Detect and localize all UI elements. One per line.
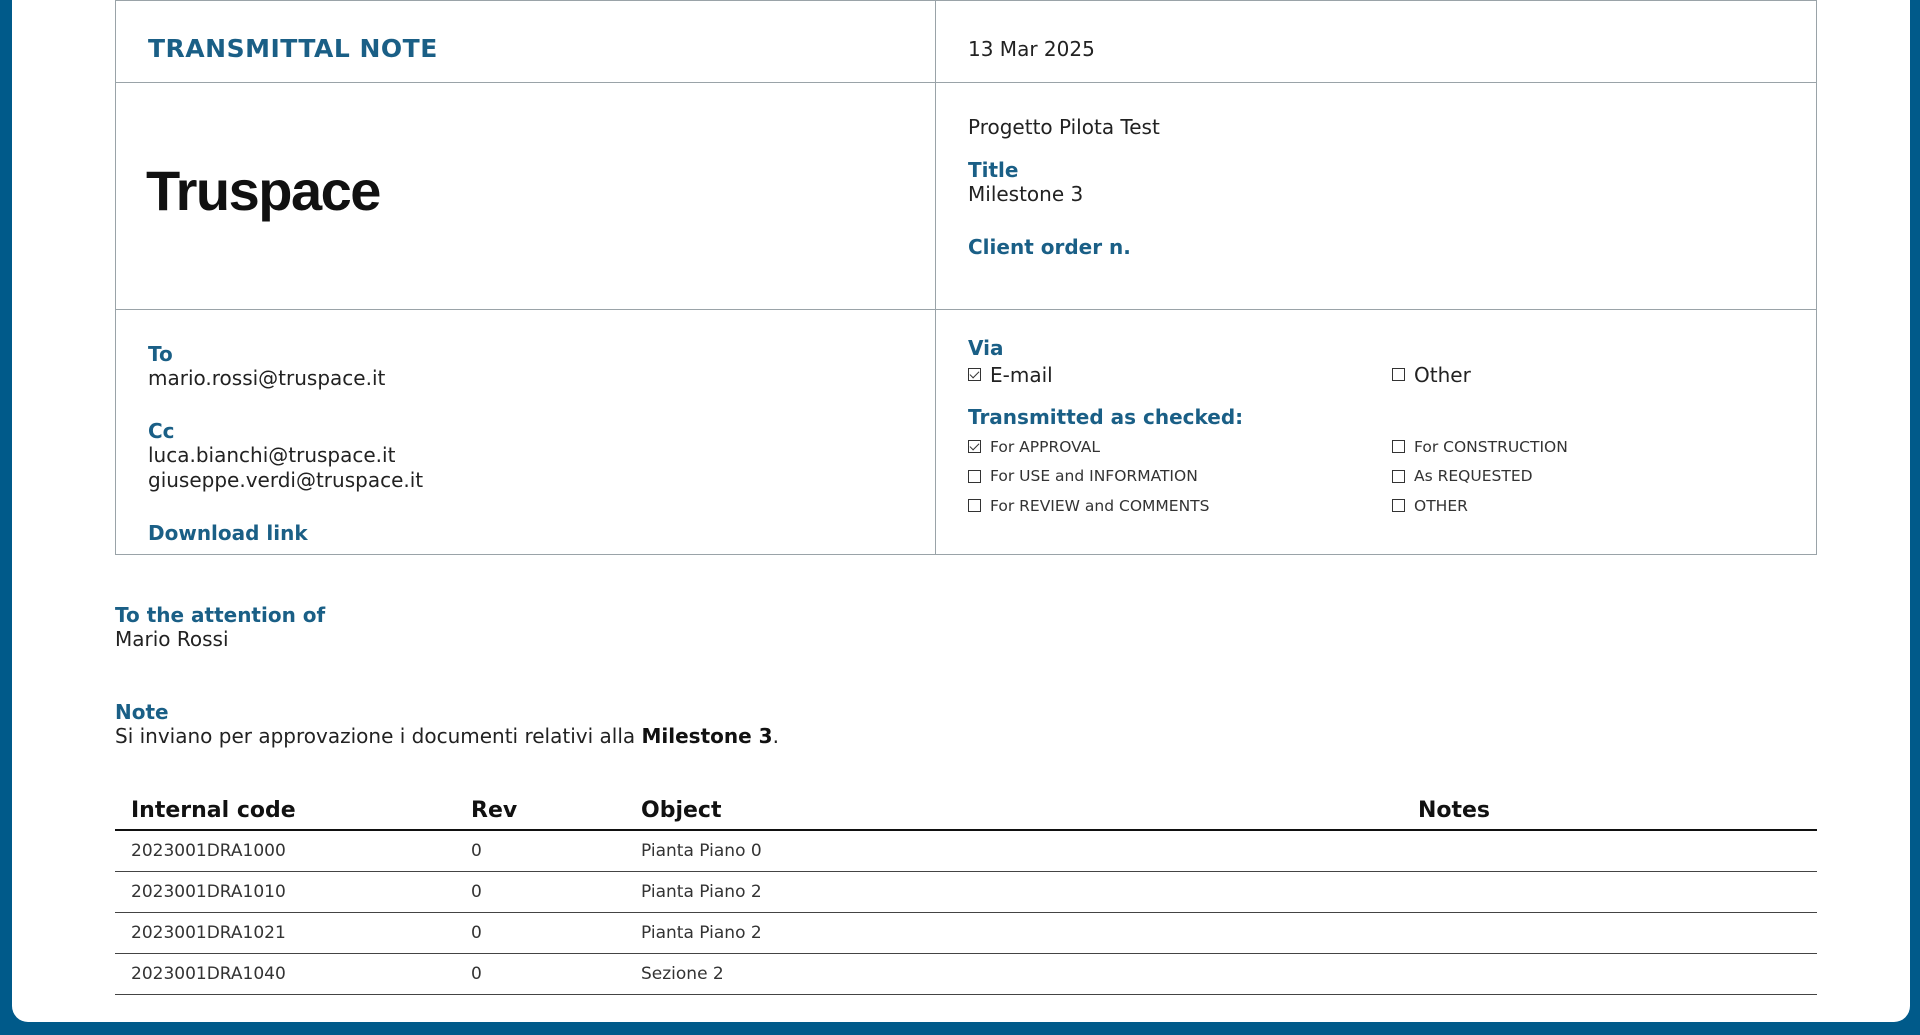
cc-label: Cc <box>148 419 175 443</box>
cell-object: Pianta Piano 0 <box>625 830 1075 872</box>
via-option-email[interactable]: E-mail <box>968 363 1392 387</box>
table-header-row: Internal code Rev Object Notes <box>115 795 1817 831</box>
to-label: To <box>148 342 173 366</box>
title-label: Title <box>968 158 1019 182</box>
cell-object: Pianta Piano 2 <box>625 871 1075 913</box>
option-label: For REVIEW and COMMENTS <box>990 496 1210 515</box>
column-header-internal-code: Internal code <box>115 795 455 831</box>
checkbox-icon[interactable] <box>1392 469 1405 483</box>
column-header-notes: Notes <box>1075 795 1817 831</box>
header-table: TRANSMITTAL NOTE 13 Mar 2025 Truspace Pr… <box>115 0 1817 555</box>
cell-notes <box>1075 953 1817 995</box>
column-header-object: Object <box>625 795 1075 831</box>
option-for-approval[interactable]: For APPROVAL <box>968 438 1392 456</box>
column-header-rev: Rev <box>455 795 625 831</box>
cell-notes <box>1075 912 1817 954</box>
cell-notes <box>1075 830 1817 872</box>
checkbox-icon[interactable] <box>1392 499 1405 513</box>
note-text-bold: Milestone 3 <box>641 724 773 748</box>
to-email: mario.rossi@truspace.it <box>148 366 386 390</box>
cell-rev: 0 <box>455 830 625 872</box>
delivery-cell: Via E-mail Other Transmitted as checked:… <box>935 309 1817 555</box>
option-other[interactable]: OTHER <box>1392 497 1816 515</box>
table-row: 2023001DRA1000 0 Pianta Piano 0 <box>115 830 1817 872</box>
via-label: Via <box>968 336 1004 360</box>
cell-rev: 0 <box>455 871 625 913</box>
table-row: 2023001DRA1010 0 Pianta Piano 2 <box>115 871 1817 913</box>
cell-rev: 0 <box>455 953 625 995</box>
document-title: TRANSMITTAL NOTE <box>148 34 438 63</box>
cell-notes <box>1075 871 1817 913</box>
checkbox-icon[interactable] <box>968 499 981 513</box>
cc-email: giuseppe.verdi@truspace.it <box>148 468 424 492</box>
cc-email: luca.bianchi@truspace.it <box>148 443 396 467</box>
option-for-use-information[interactable]: For USE and INFORMATION <box>968 467 1392 485</box>
checkbox-icon[interactable] <box>968 469 981 483</box>
via-option-label: Other <box>1414 362 1471 387</box>
cell-object: Sezione 2 <box>625 953 1075 995</box>
transmitted-row: For USE and INFORMATION As REQUESTED <box>968 462 1816 492</box>
date-cell: 13 Mar 2025 <box>935 0 1817 83</box>
cell-code: 2023001DRA1040 <box>115 953 455 995</box>
checkbox-icon[interactable] <box>1392 440 1405 454</box>
client-order-label: Client order n. <box>968 235 1131 259</box>
cell-rev: 0 <box>455 912 625 954</box>
note-text: Si inviano per approvazione i documenti … <box>115 724 1817 749</box>
document-date: 13 Mar 2025 <box>968 37 1095 61</box>
download-link[interactable]: Download link <box>148 521 935 545</box>
truspace-logo: Truspace <box>146 159 381 222</box>
transmitted-label: Transmitted as checked: <box>968 405 1244 429</box>
table-row: 2023001DRA1021 0 Pianta Piano 2 <box>115 912 1817 954</box>
cell-code: 2023001DRA1000 <box>115 830 455 872</box>
option-label: As REQUESTED <box>1414 467 1533 486</box>
option-as-requested[interactable]: As REQUESTED <box>1392 467 1816 485</box>
note-text-part: . <box>772 724 779 748</box>
table-row: 2023001DRA1040 0 Sezione 2 <box>115 953 1817 995</box>
via-options: E-mail Other <box>968 360 1816 389</box>
cell-code: 2023001DRA1010 <box>115 871 455 913</box>
project-name: Progetto Pilota Test <box>968 115 1160 139</box>
attention-section: To the attention of Mario Rossi <box>115 603 1817 652</box>
option-for-review-comments[interactable]: For REVIEW and COMMENTS <box>968 497 1392 515</box>
title-cell: TRANSMITTAL NOTE <box>115 0 936 83</box>
transmittal-document: TRANSMITTAL NOTE 13 Mar 2025 Truspace Pr… <box>115 0 1817 995</box>
transmitted-row: For APPROVAL For CONSTRUCTION <box>968 432 1816 462</box>
via-option-label: E-mail <box>990 362 1053 387</box>
attention-label: To the attention of <box>115 603 326 627</box>
documents-table: Internal code Rev Object Notes 2023001DR… <box>115 795 1817 995</box>
option-label: For USE and INFORMATION <box>990 467 1198 486</box>
via-option-other[interactable]: Other <box>1392 363 1816 387</box>
note-label: Note <box>115 700 169 724</box>
document-viewport: TRANSMITTAL NOTE 13 Mar 2025 Truspace Pr… <box>12 0 1910 1022</box>
checkbox-checked-icon[interactable] <box>968 368 981 381</box>
cell-code: 2023001DRA1021 <box>115 912 455 954</box>
cell-object: Pianta Piano 2 <box>625 912 1075 954</box>
attention-value: Mario Rossi <box>115 627 229 651</box>
project-cell: Progetto Pilota Test Title Milestone 3 C… <box>935 82 1817 310</box>
transmitted-row: For REVIEW and COMMENTS OTHER <box>968 491 1816 521</box>
option-label: For APPROVAL <box>990 437 1100 456</box>
note-text-part: Si inviano per approvazione i documenti … <box>115 724 642 748</box>
recipients-cell: To mario.rossi@truspace.it Cc luca.bianc… <box>115 309 936 555</box>
option-label: OTHER <box>1414 496 1468 515</box>
note-section: Note Si inviano per approvazione i docum… <box>115 700 1817 749</box>
logo-cell: Truspace <box>115 82 936 310</box>
option-for-construction[interactable]: For CONSTRUCTION <box>1392 438 1816 456</box>
checkbox-checked-icon[interactable] <box>968 440 981 454</box>
title-value: Milestone 3 <box>968 182 1084 206</box>
option-label: For CONSTRUCTION <box>1414 437 1568 456</box>
checkbox-icon[interactable] <box>1392 368 1405 381</box>
